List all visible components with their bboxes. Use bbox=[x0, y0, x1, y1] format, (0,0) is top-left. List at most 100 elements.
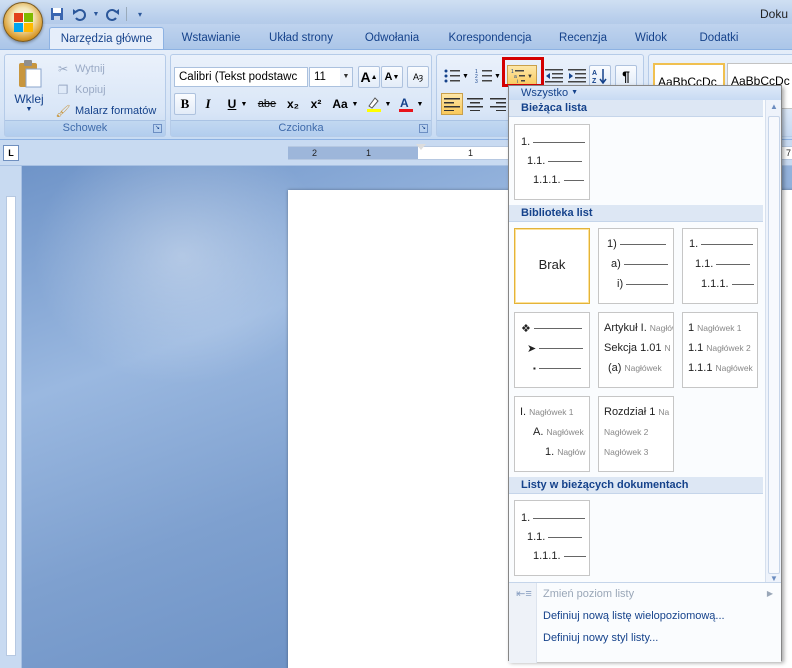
arrow-bullet-icon: ➤ bbox=[527, 342, 537, 355]
office-button[interactable] bbox=[3, 2, 43, 42]
format-painter-label: Malarz formatów bbox=[75, 105, 157, 117]
svg-text:3: 3 bbox=[475, 79, 478, 84]
list-tile-heading-numbered[interactable]: 1 Nagłówek 1 1.1 Nagłówek 2 1.1.1 Nagłówek bbox=[682, 312, 758, 388]
font-size-combo[interactable]: 11 ▼ bbox=[309, 67, 353, 87]
ruler-number: 1 bbox=[468, 148, 474, 158]
gallery-scrollbar[interactable]: ▲ ▼ bbox=[765, 100, 781, 586]
font-group-label: Czcionka bbox=[171, 120, 431, 136]
chevron-down-icon[interactable]: ▼ bbox=[340, 68, 352, 86]
font-size-value: 11 bbox=[314, 71, 326, 83]
tab-addins[interactable]: Dodatki bbox=[688, 27, 750, 50]
document-list-tile[interactable]: 1. 1.1. 1.1.1. bbox=[514, 500, 590, 576]
tab-selector-button[interactable]: L bbox=[3, 145, 19, 161]
list-tile-bullets[interactable]: ❖ ➤ ▪ bbox=[514, 312, 590, 388]
svg-text:A: A bbox=[400, 96, 409, 110]
paste-dropdown-icon[interactable]: ▼ bbox=[11, 106, 47, 113]
office-logo-icon bbox=[14, 13, 34, 33]
ruler-number: 7 bbox=[786, 148, 792, 158]
align-right-icon[interactable] bbox=[487, 93, 509, 115]
list-tile-parenthesis[interactable]: 1) a) i) bbox=[598, 228, 674, 304]
paste-button[interactable]: Wklej ▼ bbox=[11, 59, 47, 121]
tab-references[interactable]: Odwołania bbox=[354, 27, 430, 50]
increase-indent-icon[interactable] bbox=[566, 65, 588, 87]
save-icon[interactable] bbox=[48, 5, 66, 23]
scroll-up-icon[interactable]: ▲ bbox=[766, 100, 782, 114]
list-tile-none[interactable]: Brak bbox=[514, 228, 590, 304]
numbering-dropdown-icon[interactable]: ▼ bbox=[493, 65, 502, 87]
list-tile-decimal[interactable]: 1. 1.1. 1.1.1. bbox=[682, 228, 758, 304]
menu-change-level-label: Zmień poziom listy bbox=[543, 588, 635, 600]
tab-insert[interactable]: Wstawianie bbox=[172, 27, 250, 50]
menu-define-style-label: Definiuj nowy styl listy... bbox=[543, 632, 659, 644]
list-none-label: Brak bbox=[538, 257, 566, 272]
menu-define-list-style[interactable]: Definiuj nowy styl listy... bbox=[509, 627, 781, 649]
ribbon-tabs: Narzędzia główne Wstawianie Układ strony… bbox=[0, 24, 792, 50]
multilevel-list-gallery: Wszystko ▼ Bieżąca lista 1. 1.1. 1.1.1. B… bbox=[508, 85, 782, 663]
sort-icon[interactable]: AZ bbox=[589, 65, 611, 87]
gallery-content: Bieżąca lista 1. 1.1. 1.1.1. Biblioteka … bbox=[509, 100, 781, 662]
grow-font-button[interactable]: A ▲ bbox=[358, 66, 380, 88]
tab-page-layout[interactable]: Układ strony bbox=[260, 27, 342, 50]
format-painter-button[interactable]: 🖌 Malarz formatów bbox=[55, 101, 156, 121]
copy-icon: ❐ bbox=[57, 83, 69, 97]
gallery-filter-label: Wszystko bbox=[521, 87, 569, 99]
copy-button[interactable]: ❐ Kopiuj bbox=[55, 80, 106, 100]
font-color-dropdown-icon[interactable]: ▼ bbox=[416, 93, 424, 115]
bullets-dropdown-icon[interactable]: ▼ bbox=[461, 65, 470, 87]
scroll-thumb[interactable] bbox=[768, 116, 780, 574]
background-glow bbox=[32, 166, 332, 386]
customize-qat-icon[interactable]: ▾ bbox=[131, 5, 149, 23]
strikethrough-button[interactable]: abe bbox=[254, 93, 280, 115]
menu-define-multilevel-list[interactable]: Definiuj nową listę wielopoziomową... bbox=[509, 605, 781, 627]
tab-mailings[interactable]: Korespondencja bbox=[440, 27, 540, 50]
chevron-down-icon[interactable]: ▼ bbox=[92, 5, 100, 23]
svg-text:Z: Z bbox=[592, 78, 597, 85]
numbering-icon[interactable]: 123 bbox=[473, 65, 495, 87]
show-formatting-icon[interactable]: ¶ bbox=[615, 65, 637, 87]
font-family-combo[interactable]: Calibri (Tekst podstawc bbox=[174, 67, 308, 87]
highlight-dropdown-icon[interactable]: ▼ bbox=[384, 93, 392, 115]
vertical-ruler bbox=[0, 166, 22, 668]
undo-icon[interactable] bbox=[70, 5, 88, 23]
menu-define-multilevel-label: Definiuj nową listę wielopoziomową... bbox=[543, 610, 725, 622]
superscript-button[interactable]: x² bbox=[305, 93, 327, 115]
shrink-font-button[interactable]: A ▼ bbox=[381, 66, 403, 88]
section-current-list: Bieżąca lista bbox=[509, 100, 763, 117]
vertical-ruler-strip[interactable] bbox=[6, 196, 16, 656]
align-left-icon[interactable] bbox=[441, 93, 463, 115]
copy-label: Kopiuj bbox=[75, 84, 106, 96]
indent-marker-icon[interactable] bbox=[416, 144, 426, 150]
chevron-down-icon: ▼ bbox=[571, 89, 578, 97]
current-list-tile[interactable]: 1. 1.1. 1.1.1. bbox=[514, 124, 590, 200]
bold-button[interactable]: B bbox=[174, 93, 196, 115]
tab-review[interactable]: Recenzja bbox=[550, 27, 616, 50]
paste-icon bbox=[19, 60, 42, 88]
list-tile-article[interactable]: Artykuł I.Nagłówek Sekcja 1.01N (a)Nagłó… bbox=[598, 312, 674, 388]
bullets-icon[interactable] bbox=[441, 65, 463, 87]
underline-dropdown-icon[interactable]: ▼ bbox=[239, 93, 249, 115]
gallery-menu: ⇤≡ Zmień poziom listy ▶ Definiuj nową li… bbox=[509, 582, 781, 663]
redo-icon[interactable] bbox=[104, 5, 122, 23]
section-lists-in-documents: Listy w bieżących dokumentach bbox=[509, 477, 763, 494]
change-case-dropdown-icon[interactable]: ▼ bbox=[351, 93, 359, 115]
list-tile-chapter[interactable]: Rozdział 1 Na Nagłówek 2 Nagłówek 3 bbox=[598, 396, 674, 472]
tab-home[interactable]: Narzędzia główne bbox=[49, 27, 164, 50]
menu-change-list-level[interactable]: ⇤≡ Zmień poziom listy ▶ bbox=[509, 583, 781, 605]
svg-text:A: A bbox=[592, 70, 597, 77]
italic-button[interactable]: I bbox=[197, 93, 219, 115]
list-tile-roman-heading[interactable]: I. Nagłówek 1 A. Nagłówek 1. Nagłów bbox=[514, 396, 590, 472]
dialog-launcher-icon[interactable]: ↘ bbox=[419, 124, 428, 133]
clear-formatting-icon[interactable]: Aȝ bbox=[407, 66, 429, 88]
tab-view[interactable]: Widok bbox=[625, 27, 677, 50]
clipboard-group: Wklej ▼ ✂ Wytnij ❐ Kopiuj 🖌 Malarz forma… bbox=[4, 54, 166, 137]
highlight-icon[interactable] bbox=[363, 93, 385, 115]
dialog-launcher-icon[interactable]: ↘ bbox=[153, 124, 162, 133]
font-color-icon[interactable]: A bbox=[395, 93, 417, 115]
cut-label: Wytnij bbox=[75, 63, 105, 75]
align-center-icon[interactable] bbox=[464, 93, 486, 115]
cut-button[interactable]: ✂ Wytnij bbox=[55, 59, 105, 79]
decrease-indent-icon[interactable] bbox=[543, 65, 565, 87]
change-case-button[interactable]: Aa bbox=[328, 93, 352, 115]
gallery-filter[interactable]: Wszystko ▼ bbox=[509, 86, 781, 100]
subscript-button[interactable]: x₂ bbox=[282, 93, 304, 115]
